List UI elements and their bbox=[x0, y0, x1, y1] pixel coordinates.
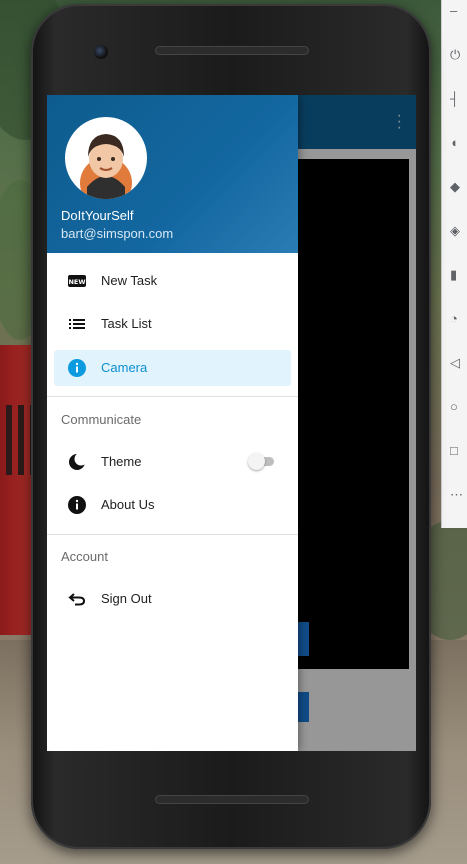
section-title-account: Account bbox=[61, 549, 108, 564]
menu-item-label: About Us bbox=[101, 497, 155, 512]
user-email: bart@simspon.com bbox=[61, 226, 174, 241]
menu-item-about-us[interactable]: About Us bbox=[54, 487, 291, 523]
avatar-icon bbox=[80, 134, 132, 199]
home-icon[interactable]: ○ bbox=[450, 400, 467, 414]
menu-item-label: Camera bbox=[101, 360, 148, 375]
menu-item-label: New Task bbox=[101, 273, 158, 288]
train-window bbox=[6, 405, 12, 475]
menu-item-task-list[interactable]: Task List bbox=[54, 306, 291, 342]
new-badge-icon: NEW bbox=[68, 275, 86, 287]
menu-item-camera[interactable]: Camera bbox=[54, 350, 291, 386]
rotate-left-icon[interactable]: ◆ bbox=[450, 180, 467, 194]
overview-icon[interactable]: □ bbox=[450, 444, 467, 458]
section-title-communicate: Communicate bbox=[61, 412, 142, 427]
divider bbox=[47, 396, 298, 397]
list-icon bbox=[69, 319, 85, 329]
navigation-drawer: DoItYourSelf bart@simspon.com NEW New Ta… bbox=[47, 95, 298, 751]
device-screen: · · · DoItYourSelf bart@simspon.com NEW … bbox=[47, 95, 416, 751]
front-camera bbox=[94, 45, 108, 59]
back-icon[interactable]: ◁ bbox=[450, 356, 467, 370]
drawer-header: DoItYourSelf bart@simspon.com bbox=[47, 95, 298, 253]
menu-item-label: Task List bbox=[101, 316, 152, 331]
zoom-icon[interactable]: ◔ bbox=[450, 312, 467, 326]
menu-item-theme[interactable]: Theme bbox=[54, 444, 291, 480]
minimize-icon[interactable]: – bbox=[450, 4, 467, 18]
user-name: DoItYourSelf bbox=[61, 208, 134, 223]
theme-toggle[interactable] bbox=[248, 451, 274, 471]
moon-icon bbox=[69, 453, 86, 470]
emulator-toolbar: – ⏻ ┤ ◖ ◆ ◈ ▮ ◔ ◁ ○ □ ⋯ bbox=[441, 0, 467, 528]
svg-text:NEW: NEW bbox=[68, 278, 85, 286]
more-icon[interactable]: ⋯ bbox=[450, 488, 467, 502]
power-icon[interactable]: ⏻ bbox=[450, 48, 467, 62]
menu-item-label: Theme bbox=[101, 454, 142, 469]
top-speaker bbox=[155, 46, 309, 55]
divider bbox=[47, 534, 298, 535]
info-icon bbox=[68, 496, 86, 514]
bottom-speaker bbox=[155, 795, 309, 804]
screenshot-icon[interactable]: ▮ bbox=[450, 268, 467, 282]
menu-item-label: Sign Out bbox=[101, 591, 152, 606]
menu-item-new-task[interactable]: NEW New Task bbox=[54, 263, 291, 299]
rotate-right-icon[interactable]: ◈ bbox=[450, 224, 467, 238]
volume-down-icon[interactable]: ◖ bbox=[450, 136, 467, 150]
toggle-thumb bbox=[248, 453, 265, 470]
menu-item-sign-out[interactable]: Sign Out bbox=[54, 581, 291, 617]
volume-up-icon[interactable]: ┤ bbox=[450, 92, 467, 106]
info-icon bbox=[68, 359, 86, 377]
undo-icon bbox=[68, 593, 86, 606]
avatar[interactable] bbox=[65, 117, 147, 199]
train-window bbox=[18, 405, 24, 475]
